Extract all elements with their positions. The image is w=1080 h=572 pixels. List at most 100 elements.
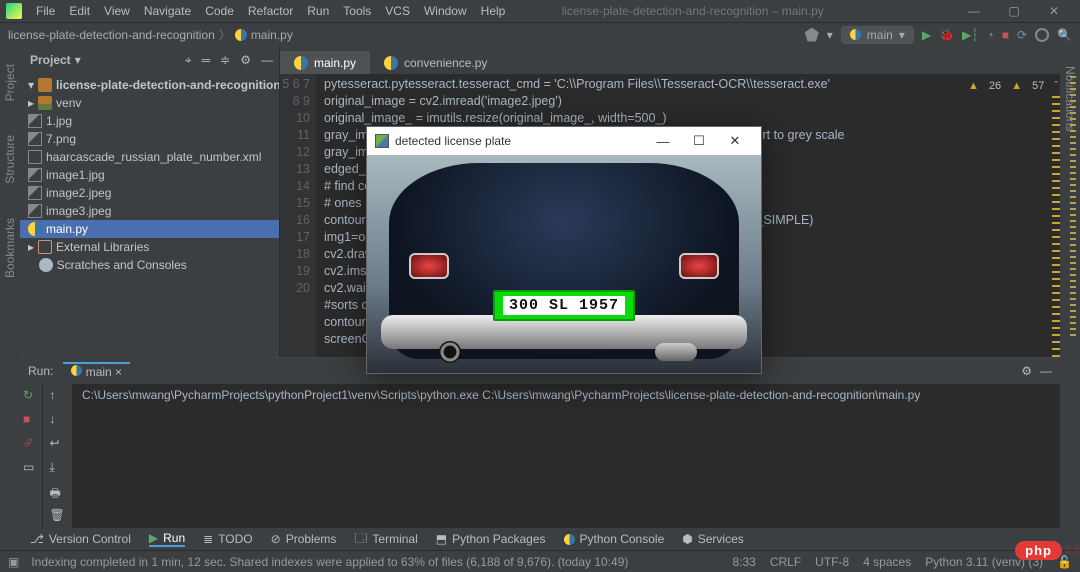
structure-tool-tab[interactable]: Structure [3, 135, 17, 184]
tool-tab-todo[interactable]: ≣TODO [203, 532, 253, 546]
taillight-right [679, 253, 719, 279]
popup-minimize-button[interactable]: — [645, 134, 681, 149]
settings-icon[interactable] [1035, 28, 1049, 42]
tool-tab-vcs[interactable]: ⎇Version Control [30, 532, 131, 546]
tool-tab-pypackages[interactable]: ⬒Python Packages [436, 532, 546, 546]
exit-icon[interactable]: ⮰ [23, 436, 39, 452]
collapse-all-icon[interactable]: ≑ [220, 53, 230, 68]
editor-tab[interactable]: convenience.py [370, 51, 501, 74]
popup-maximize-button[interactable]: ☐ [681, 133, 717, 149]
maximize-button[interactable]: ▢ [994, 4, 1034, 18]
popup-close-button[interactable]: ✕ [717, 133, 753, 149]
stop-button[interactable]: ■ [1002, 28, 1009, 42]
menu-item[interactable]: Refactor [242, 2, 299, 20]
menu-item[interactable]: Tools [337, 2, 377, 20]
user-icon[interactable] [805, 28, 819, 42]
scroll-end-icon[interactable]: ⤓ [50, 460, 66, 476]
line-gutter[interactable]: 5 6 7 8 9 10 11 12 13 14 15 16 17 18 19 … [280, 74, 316, 357]
tree-item[interactable]: 7.png [20, 130, 279, 148]
detected-plate-box: 300 SL 1957 [493, 290, 635, 321]
tree-item[interactable]: ▸ venv [20, 94, 279, 112]
debug-button[interactable]: 🐞 [939, 28, 954, 42]
run-tool-window: Run: main × ⚙ — ↻ ■ ⮰ ▭ ↑ ↓ ↩ ⤓ 🖶 🗑 C [20, 358, 1060, 550]
menu-item[interactable]: Edit [63, 2, 96, 20]
menu-item[interactable]: Navigate [138, 2, 197, 20]
inspection-summary[interactable]: ▲26 ▲57 ˇ [968, 78, 1058, 95]
tree-item-selected[interactable]: main.py [20, 220, 279, 238]
tool-tab-problems[interactable]: ⊘Problems [271, 532, 337, 546]
close-button[interactable]: ✕ [1034, 4, 1074, 18]
tree-item[interactable]: image1.jpg [20, 166, 279, 184]
tool-tab-terminal[interactable]: 🗔Terminal [354, 529, 417, 550]
menu-item[interactable]: Run [301, 2, 335, 20]
run-button[interactable]: ▶ [922, 28, 931, 42]
minimize-button[interactable]: — [954, 4, 994, 18]
tree-item[interactable]: image2.jpeg [20, 184, 279, 202]
run-process-tab[interactable]: main × [63, 362, 130, 380]
hide-tool-icon[interactable]: — [261, 53, 273, 68]
down-stack-icon[interactable]: ↓ [50, 412, 66, 428]
tree-root[interactable]: ▾ license-plate-detection-and-recognitio… [20, 76, 279, 94]
editor-tab[interactable]: main.py [280, 51, 370, 74]
soft-wrap-icon[interactable]: ↩ [50, 436, 66, 452]
hide-tool-icon[interactable]: — [1040, 364, 1052, 378]
menu-item[interactable]: Code [199, 2, 240, 20]
chevron-icon[interactable]: ˇ [1054, 78, 1058, 95]
print-icon[interactable]: 🖶 [50, 484, 66, 500]
caret-position[interactable]: 8:33 [732, 555, 755, 569]
console-output[interactable]: C:\Users\mwang\PycharmProjects\pythonPro… [72, 384, 1060, 550]
layout-icon[interactable]: ▭ [23, 460, 39, 476]
opencv-window[interactable]: detected license plate — ☐ ✕ 300 SL 1957 [366, 126, 762, 374]
gear-icon[interactable]: ⚙ [1021, 364, 1032, 378]
exhaust-pipe [655, 343, 697, 361]
menu-item[interactable]: File [30, 2, 61, 20]
menu-item[interactable]: VCS [379, 2, 416, 20]
todo-icon: ≣ [203, 532, 213, 546]
opencv-app-icon [375, 134, 389, 148]
tool-tab-run[interactable]: ▶Run [149, 531, 185, 547]
breadcrumb-file[interactable]: main.py [251, 28, 293, 42]
tree-item[interactable]: Scratches and Consoles [20, 256, 279, 274]
python-file-icon [294, 56, 308, 70]
gear-icon[interactable]: ⚙ [240, 53, 251, 68]
python-file-icon [28, 222, 42, 236]
error-stripe[interactable] [1070, 76, 1076, 336]
search-everywhere-icon[interactable]: 🔍 [1057, 28, 1072, 42]
run-label: Run: [28, 364, 53, 378]
tree-item[interactable]: image3.jpeg [20, 202, 279, 220]
tree-item[interactable]: haarcascade_russian_plate_number.xml [20, 148, 279, 166]
scratches-icon [39, 258, 53, 272]
breadcrumb-separator-icon: 〉 [219, 26, 231, 43]
line-separator[interactable]: CRLF [770, 555, 801, 569]
clear-icon[interactable]: 🗑 [50, 508, 66, 524]
run-config-selector[interactable]: main ▾ [841, 26, 914, 44]
indent-info[interactable]: 4 spaces [863, 555, 911, 569]
expand-all-icon[interactable]: ═ [202, 53, 211, 68]
locate-icon[interactable]: ⌖ [185, 53, 192, 68]
profile-button[interactable]: ◔ [986, 28, 993, 42]
editor-error-stripe[interactable] [1052, 96, 1060, 357]
tool-tab-services[interactable]: ⬢Services [682, 532, 744, 546]
breadcrumb-project[interactable]: license-plate-detection-and-recognition [8, 28, 215, 42]
bookmarks-tool-tab[interactable]: Bookmarks [3, 218, 17, 278]
problems-icon: ⊘ [271, 532, 281, 546]
vcs-update-icon[interactable]: ⟳ [1017, 28, 1027, 42]
up-stack-icon[interactable]: ↑ [50, 388, 66, 404]
project-tool-tab[interactable]: Project [3, 64, 17, 101]
file-encoding[interactable]: UTF-8 [815, 555, 849, 569]
project-tree[interactable]: ▾ license-plate-detection-and-recognitio… [20, 74, 279, 357]
stop-icon[interactable]: ■ [23, 412, 39, 428]
menu-item[interactable]: View [98, 2, 136, 20]
tree-item[interactable]: 1.jpg [20, 112, 279, 130]
python-icon [564, 534, 575, 545]
window-title: license-plate-detection-and-recognition … [471, 4, 914, 18]
rerun-icon[interactable]: ↻ [23, 388, 39, 404]
left-tool-stripe: Project Structure Bookmarks [0, 46, 20, 550]
tree-item[interactable]: ▸ External Libraries [20, 238, 279, 256]
tool-tab-pyconsole[interactable]: Python Console [564, 532, 665, 546]
weak-warning-icon: ▲ [1011, 78, 1022, 95]
project-panel-title[interactable]: Project [30, 53, 71, 67]
menu-item[interactable]: Window [418, 2, 473, 20]
run-coverage-button[interactable]: ▶┆ [962, 28, 978, 42]
tool-window-toggle-icon[interactable]: ▣ [8, 555, 19, 569]
